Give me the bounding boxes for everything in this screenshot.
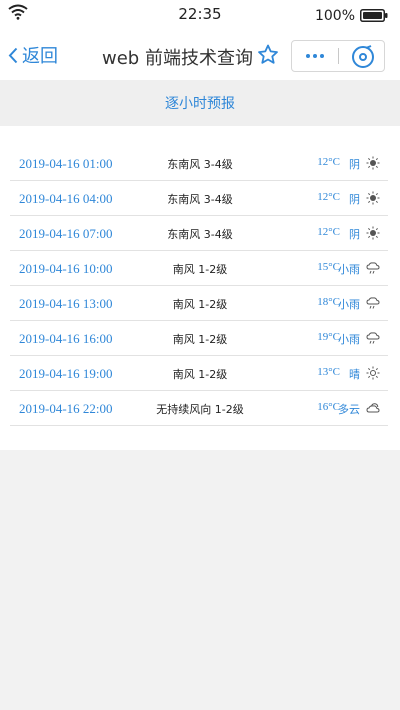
navigation-bar: 返回 web 前端技术查询: [0, 30, 400, 80]
light-rain-icon: [366, 297, 380, 309]
forecast-time: 2019-04-16 19:00: [19, 366, 113, 381]
star-icon[interactable]: [256, 43, 280, 67]
overcast-icon: [366, 191, 380, 205]
cloudy-icon: [366, 403, 380, 413]
forecast-wind: 南风 1-2级: [172, 298, 228, 311]
forecast-temperature: 13°C: [317, 366, 340, 378]
forecast-row: 2019-04-16 13:00 南风 1-2级 18°C 小雨: [10, 286, 388, 321]
forecast-temperature: 18°C: [317, 296, 340, 308]
forecast-weather: 阴: [349, 193, 360, 206]
close-target-icon[interactable]: [350, 44, 376, 70]
light-rain-icon: [366, 262, 380, 274]
forecast-row: 2019-04-16 07:00 东南风 3-4级 12°C 阴: [10, 216, 388, 251]
sunny-icon: [366, 366, 380, 380]
forecast-wind: 东南风 3-4级: [167, 158, 233, 171]
forecast-temperature: 12°C: [317, 156, 340, 168]
forecast-row: 2019-04-16 01:00 东南风 3-4级 12°C 阴: [10, 146, 388, 181]
forecast-temperature: 12°C: [317, 191, 340, 203]
forecast-row: 2019-04-16 10:00 南风 1-2级 15°C 小雨: [10, 251, 388, 286]
forecast-wind: 南风 1-2级: [172, 333, 228, 346]
forecast-wind: 无持续风向 1-2级: [156, 403, 244, 416]
forecast-list: 2019-04-16 01:00 东南风 3-4级 12°C 阴 2019-04…: [10, 146, 388, 426]
back-label: 返回: [22, 46, 58, 67]
forecast-weather: 多云: [338, 403, 360, 416]
battery-level: 100%: [314, 8, 355, 24]
forecast-weather: 小雨: [338, 333, 360, 346]
forecast-card: 2019-04-16 01:00 东南风 3-4级 12°C 阴 2019-04…: [0, 126, 400, 450]
page-title: web 前端技术查询: [102, 48, 253, 69]
back-button[interactable]: 返回: [8, 42, 58, 68]
forecast-time: 2019-04-16 07:00: [19, 226, 113, 241]
forecast-weather: 晴: [349, 368, 360, 381]
forecast-weather: 阴: [349, 228, 360, 241]
forecast-wind: 东南风 3-4级: [167, 228, 233, 241]
forecast-row: 2019-04-16 22:00 无持续风向 1-2级 16°C 多云: [10, 391, 388, 426]
forecast-row: 2019-04-16 04:00 东南风 3-4级 12°C 阴: [10, 181, 388, 216]
forecast-wind: 东南风 3-4级: [167, 193, 233, 206]
forecast-time: 2019-04-16 04:00: [19, 191, 113, 206]
status-bar: 22:35 100%: [0, 0, 400, 30]
more-button[interactable]: [292, 41, 338, 71]
more-icon: [306, 54, 324, 58]
forecast-time: 2019-04-16 22:00: [19, 401, 113, 416]
forecast-time: 2019-04-16 13:00: [19, 296, 113, 311]
forecast-row: 2019-04-16 19:00 南风 1-2级 13°C 晴: [10, 356, 388, 391]
forecast-temperature: 19°C: [317, 331, 340, 343]
capsule-divider: [338, 48, 339, 64]
forecast-temperature: 12°C: [317, 226, 340, 238]
battery-icon: [360, 9, 388, 22]
overcast-icon: [366, 156, 380, 170]
forecast-temperature: 15°C: [317, 261, 340, 273]
forecast-wind: 南风 1-2级: [172, 263, 228, 276]
light-rain-icon: [366, 332, 380, 344]
forecast-wind: 南风 1-2级: [172, 368, 228, 381]
forecast-weather: 小雨: [338, 298, 360, 311]
forecast-time: 2019-04-16 10:00: [19, 261, 113, 276]
weather-app: 22:35 100% 返回 web 前端技术查询 逐小时预报 2019-04-1…: [0, 0, 400, 710]
overcast-icon: [366, 226, 380, 240]
forecast-temperature: 16°C: [317, 401, 340, 413]
mini-program-capsule: [291, 40, 385, 72]
forecast-weather: 小雨: [338, 263, 360, 276]
section-title: 逐小时预报: [165, 96, 235, 112]
chevron-left-icon: [8, 47, 18, 63]
forecast-time: 2019-04-16 16:00: [19, 331, 113, 346]
section-header: 逐小时预报: [0, 80, 400, 126]
forecast-time: 2019-04-16 01:00: [19, 156, 113, 171]
forecast-row: 2019-04-16 16:00 南风 1-2级 19°C 小雨: [10, 321, 388, 356]
forecast-weather: 阴: [349, 158, 360, 171]
